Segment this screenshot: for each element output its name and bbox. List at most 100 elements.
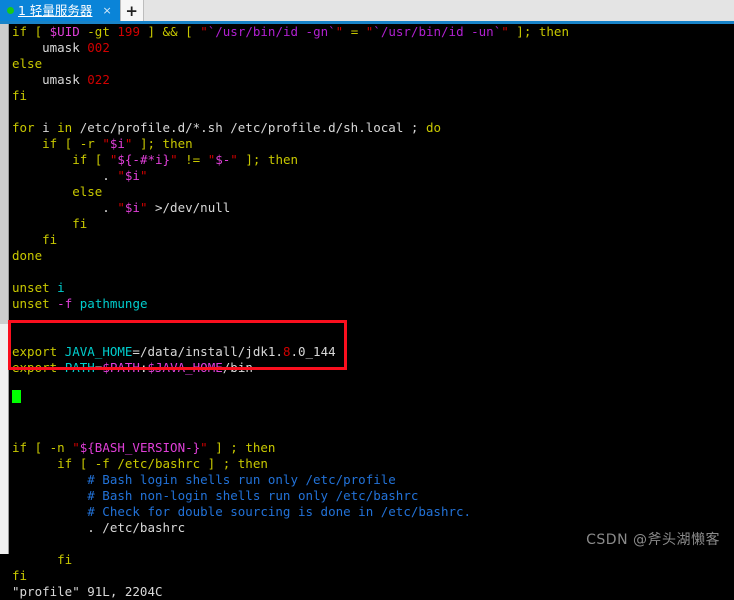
terminal-window: if [ $UID -gt 199 ] && [ "`/usr/bin/id -… xyxy=(0,24,734,599)
terminal-line: else xyxy=(9,56,734,72)
terminal-line: if [ -r "$i" ]; then xyxy=(9,136,734,152)
tab-label: 1 轻量服务器 xyxy=(18,3,93,18)
terminal-line: fi xyxy=(9,568,734,584)
watermark-text: CSDN @斧头湖懒客 xyxy=(586,532,720,548)
terminal-line: for i in /etc/profile.d/*.sh /etc/profil… xyxy=(9,120,734,136)
terminal-token: # Bash non-login shells run only /etc/ba… xyxy=(12,488,419,503)
terminal-token: # Bash login shells run only /etc/profil… xyxy=(12,472,396,487)
terminal-token: unset xyxy=(12,280,50,295)
terminal-token: fi xyxy=(12,232,58,247)
tab-bar-empty-area xyxy=(143,0,734,21)
terminal-token: /etc/profile.d/*.sh /etc/profile.d/sh.lo… xyxy=(72,120,426,135)
terminal-token: . xyxy=(12,168,118,183)
terminal-token: then xyxy=(245,440,276,455)
terminal-line: # Check for double sourcing is done in /… xyxy=(9,504,734,520)
terminal-line: umask 002 xyxy=(9,40,734,56)
new-tab-button[interactable]: + xyxy=(119,0,144,21)
terminal-line: fi xyxy=(9,88,734,104)
terminal-line: export PATH=$PATH:$JAVA_HOME/bin xyxy=(9,360,734,376)
terminal-token: /bin xyxy=(222,360,253,375)
scrollbar-vertical[interactable] xyxy=(0,24,9,554)
terminal-token: i xyxy=(34,120,58,135)
terminal-line: umask 022 xyxy=(9,72,734,88)
terminal-line: fi xyxy=(9,552,734,568)
scrollbar-thumb[interactable] xyxy=(0,24,8,324)
terminal-token: ]; xyxy=(132,136,163,151)
terminal-token: pathmunge xyxy=(79,296,148,311)
terminal-line: else xyxy=(9,184,734,200)
terminal-token: then xyxy=(237,456,268,471)
terminal-token: " xyxy=(200,24,208,39)
terminal-token: -gt xyxy=(79,24,118,39)
terminal-token: -f xyxy=(57,296,73,311)
terminal-token: ] ; xyxy=(207,440,246,455)
terminal-line: if [ -n "${BASH_VERSION-}" ] ; then xyxy=(9,440,734,456)
terminal-token: done xyxy=(12,248,43,263)
tab-active-session[interactable]: 1 轻量服务器 × xyxy=(0,0,120,21)
terminal-line: fi xyxy=(9,232,734,248)
terminal-token: 022 xyxy=(87,72,110,87)
terminal-token: ${BASH_VERSION-} xyxy=(79,440,201,455)
terminal-token: " xyxy=(139,168,148,183)
terminal-token: " xyxy=(200,440,208,455)
terminal-token: # Check for double sourcing is done in /… xyxy=(12,504,472,519)
terminal-token: != xyxy=(177,152,208,167)
terminal-token: for xyxy=(12,120,35,135)
terminal-token: 002 xyxy=(87,40,110,55)
terminal-token: " xyxy=(501,24,509,39)
terminal-line: # Bash login shells run only /etc/profil… xyxy=(9,472,734,488)
terminal-token: $i xyxy=(124,200,140,215)
terminal-token: $UID xyxy=(49,24,80,39)
terminal-token: fi xyxy=(12,552,73,567)
terminal-line: unset i xyxy=(9,280,734,296)
terminal-token: ]; xyxy=(237,152,268,167)
connection-status-dot-icon xyxy=(7,7,14,14)
terminal-token: if [ -r xyxy=(12,136,103,151)
terminal-token: $i xyxy=(124,168,140,183)
terminal-token: 199 xyxy=(117,24,140,39)
terminal-token: else xyxy=(12,56,43,71)
terminal-screen[interactable]: if [ $UID -gt 199 ] && [ "`/usr/bin/id -… xyxy=(9,24,734,599)
terminal-token: . xyxy=(12,200,118,215)
terminal-token: i xyxy=(57,280,65,295)
terminal-token: $i xyxy=(109,136,125,151)
terminal-token: .0_144 xyxy=(290,344,336,359)
tab-bar: 1 轻量服务器 × + xyxy=(0,0,734,21)
terminal-token: fi xyxy=(12,216,88,231)
close-icon[interactable]: × xyxy=(96,0,113,21)
terminal-token: " xyxy=(117,200,125,215)
terminal-token: fi xyxy=(12,88,28,103)
terminal-token: unset xyxy=(12,296,50,311)
terminal-token: do xyxy=(425,120,441,135)
terminal-token: PATH xyxy=(64,360,95,375)
terminal-token: . /etc/bashrc xyxy=(12,520,186,535)
terminal-line: # Bash non-login shells run only /etc/ba… xyxy=(9,488,734,504)
terminal-token: `/usr/bin/id -gn` xyxy=(207,24,336,39)
terminal-token: if [ -n xyxy=(12,440,73,455)
terminal-token: $JAVA_HOME xyxy=(147,360,223,375)
terminal-token: then xyxy=(538,24,569,39)
terminal-token: export xyxy=(12,344,58,359)
terminal-token: : xyxy=(139,360,148,375)
terminal-line: unset -f pathmunge xyxy=(9,296,734,312)
terminal-token: umask xyxy=(12,40,88,55)
terminal-token: " xyxy=(230,152,238,167)
terminal-token: ] && [ xyxy=(139,24,201,39)
terminal-line: if [ "${-#*i}" != "$-" ]; then xyxy=(9,152,734,168)
terminal-token: $PATH xyxy=(102,360,140,375)
terminal-line: fi xyxy=(9,216,734,232)
text-cursor xyxy=(12,390,21,403)
terminal-token: if [ -f /etc/bashrc ] ; xyxy=(12,456,238,471)
terminal-token: `/usr/bin/id -un` xyxy=(373,24,502,39)
terminal-token: " xyxy=(117,168,125,183)
terminal-token: >/dev/null xyxy=(147,200,231,215)
terminal-token: " xyxy=(102,136,110,151)
